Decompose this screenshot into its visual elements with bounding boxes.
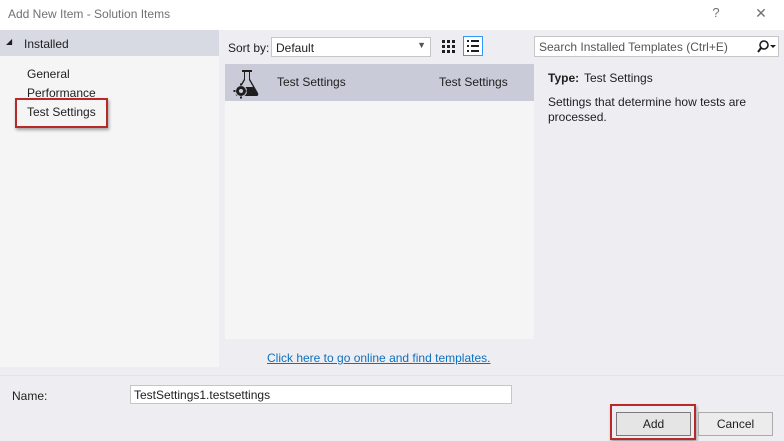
online-templates-link[interactable]: Click here to go online and find templat… bbox=[267, 351, 490, 365]
template-name: Test Settings bbox=[277, 75, 346, 89]
tree-item-general[interactable]: General bbox=[27, 67, 70, 81]
sort-by-dropdown[interactable]: Default ▼ bbox=[271, 37, 431, 57]
template-type: Test Settings bbox=[439, 75, 508, 89]
details-description: Settings that determine how tests are pr… bbox=[548, 95, 747, 124]
search-input[interactable] bbox=[535, 37, 753, 56]
search-box bbox=[534, 36, 779, 57]
cancel-button[interactable]: Cancel bbox=[698, 412, 773, 436]
template-list: Test Settings Test Settings bbox=[225, 64, 534, 339]
template-item-test-settings[interactable]: Test Settings Test Settings bbox=[225, 64, 534, 101]
sort-by-value: Default bbox=[276, 41, 315, 55]
close-button[interactable]: ✕ bbox=[752, 5, 770, 23]
name-label: Name: bbox=[12, 389, 48, 403]
list-view-icon bbox=[467, 40, 479, 52]
add-button[interactable]: Add bbox=[616, 412, 691, 436]
search-icon[interactable] bbox=[755, 39, 777, 55]
category-tree: ◢ Installed General Performance Test Set… bbox=[0, 30, 219, 367]
expand-arrow-icon[interactable]: ◢ bbox=[6, 37, 12, 46]
details-type-value: Test Settings bbox=[584, 71, 653, 85]
chevron-down-icon: ▼ bbox=[417, 40, 426, 50]
window-title: Add New Item - Solution Items bbox=[8, 7, 171, 21]
sort-by-label: Sort by: bbox=[228, 41, 270, 55]
help-button[interactable]: ? bbox=[708, 5, 724, 23]
title-bar: Add New Item - Solution Items ? ✕ bbox=[0, 0, 784, 30]
details-type-label: Type: bbox=[548, 71, 580, 85]
tree-node-installed-label: Installed bbox=[24, 37, 69, 51]
tree-node-installed[interactable]: ◢ Installed bbox=[0, 30, 219, 56]
details-pane: Type: Test Settings Settings that determ… bbox=[538, 64, 784, 367]
grid-view-button[interactable] bbox=[438, 36, 458, 56]
flask-gear-icon bbox=[231, 67, 263, 99]
name-input[interactable] bbox=[130, 385, 512, 404]
bottom-bar: Name: Add Cancel bbox=[0, 375, 784, 441]
grid-view-icon bbox=[442, 40, 455, 53]
list-view-button[interactable] bbox=[463, 36, 483, 56]
test-settings-highlight bbox=[15, 98, 108, 128]
